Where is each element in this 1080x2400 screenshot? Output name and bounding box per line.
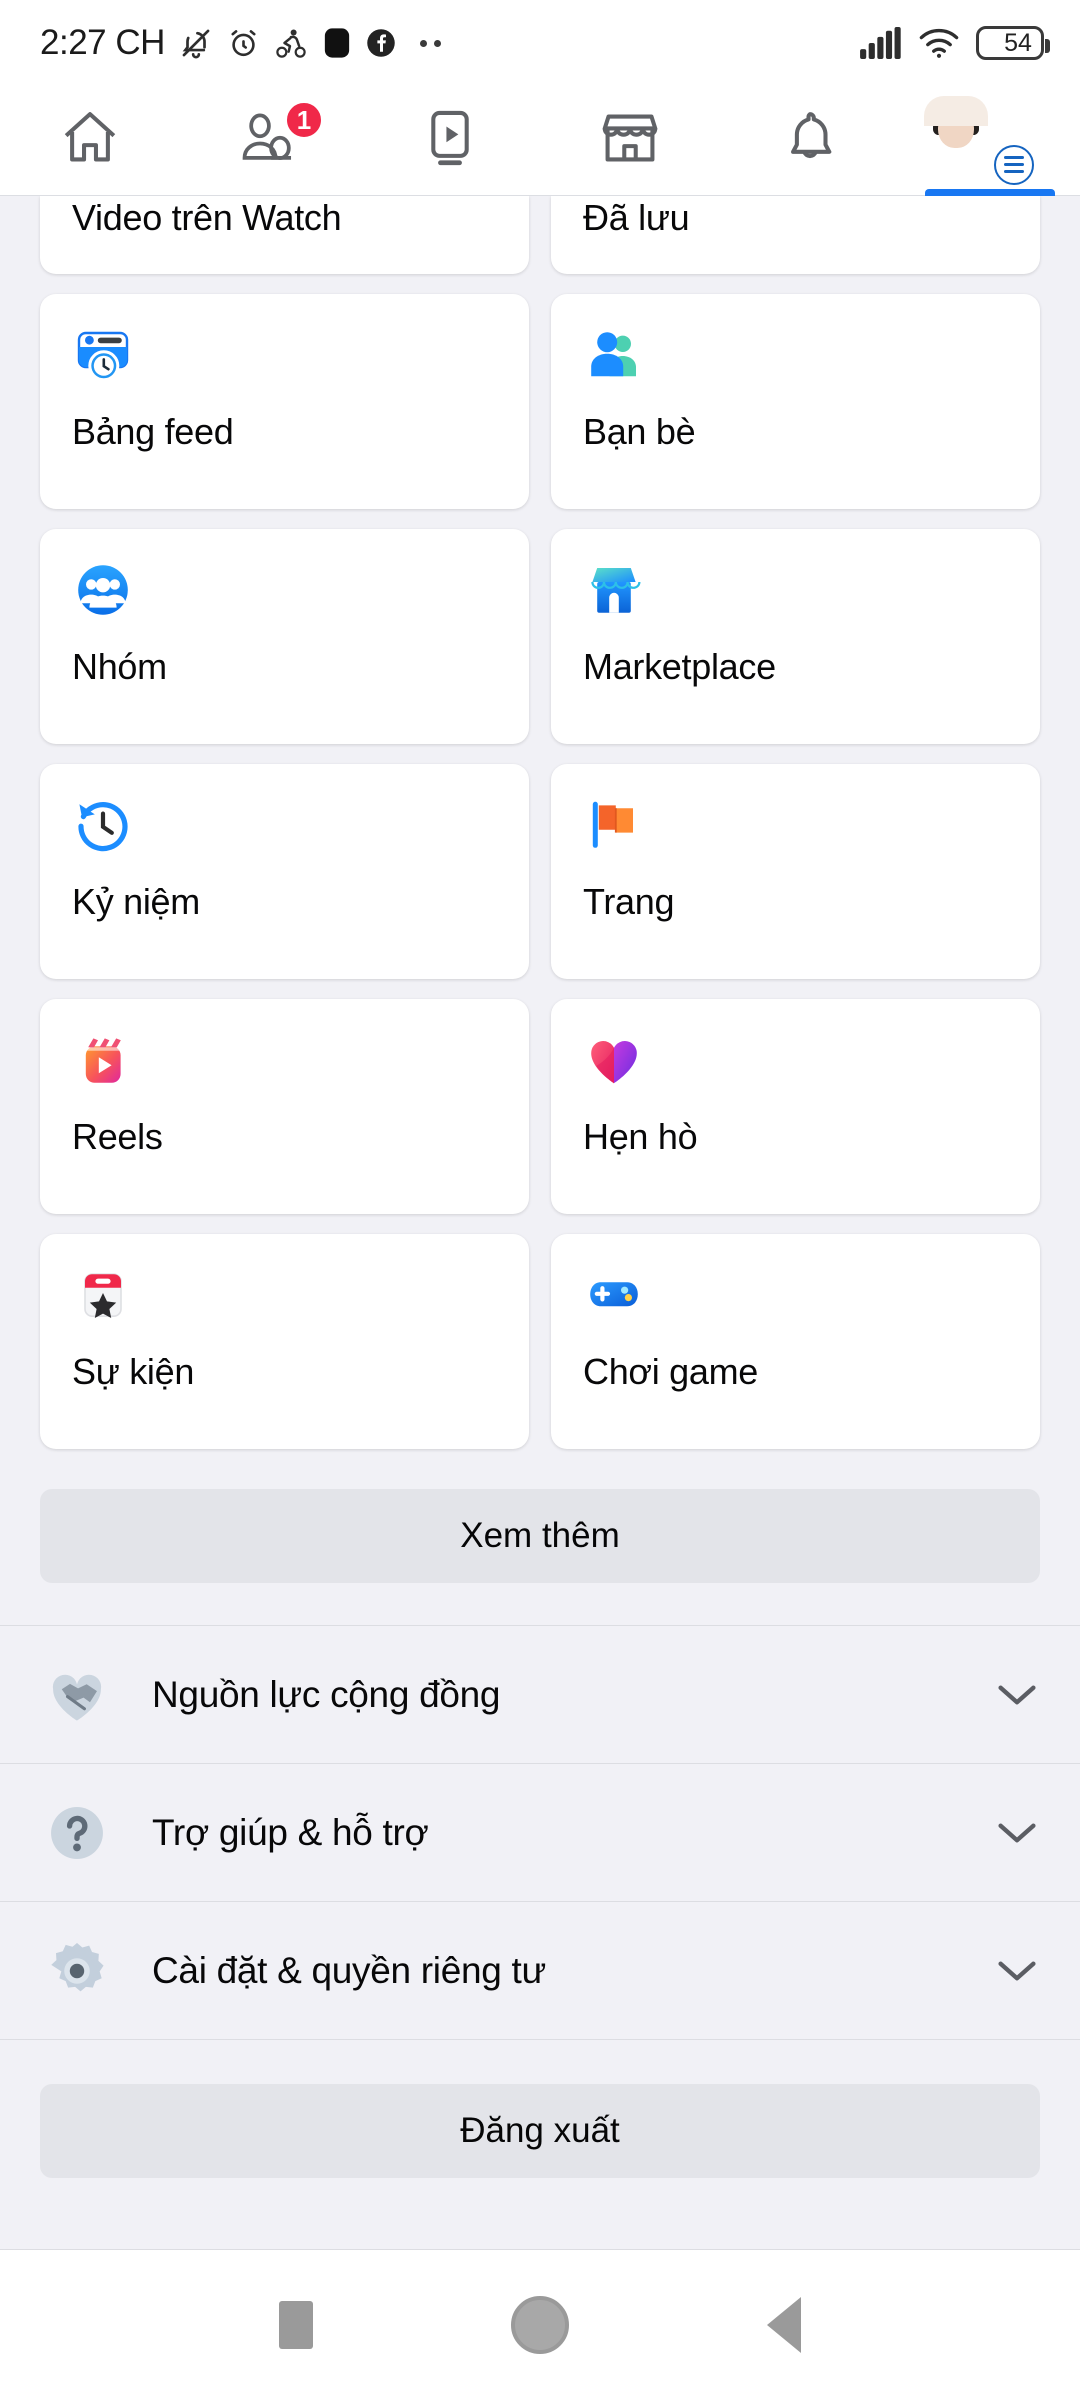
menu-card-da-luu[interactable]: Đã lưu [551, 196, 1040, 274]
bell-icon [779, 107, 841, 174]
triangle-back-icon[interactable] [767, 2297, 801, 2353]
menu-card-ky-niem[interactable]: Kỷ niệm [40, 764, 529, 979]
handshake-heart-icon [40, 1658, 114, 1732]
tab-home[interactable] [0, 86, 180, 195]
tab-marketplace[interactable] [540, 86, 720, 195]
android-navigation-bar [0, 2250, 1080, 2400]
logout-button[interactable]: Đăng xuất [40, 2084, 1040, 2178]
section-row-label: Trợ giúp & hỗ trợ [152, 1811, 429, 1853]
groups-icon [72, 559, 134, 621]
bell-mute-icon [179, 26, 213, 60]
battery-indicator: 54 [976, 26, 1050, 60]
square-app-icon [322, 26, 352, 60]
question-circle-icon [40, 1796, 114, 1870]
tab-watch[interactable] [360, 86, 540, 195]
tab-menu[interactable] [900, 86, 1080, 196]
menu-card-label: Reels [72, 1116, 163, 1157]
gear-icon [40, 1934, 114, 2008]
status-bar: 2:27 CH 54 [0, 0, 1080, 86]
pages-flag-icon [583, 794, 645, 856]
menu-card-label: Trang [583, 881, 675, 922]
see-more-wrap: Xem thêm [0, 1449, 1080, 1625]
menu-card-nhom[interactable]: Nhóm [40, 529, 529, 744]
menu-card-label: Nhóm [72, 646, 167, 687]
logout-wrap: Đăng xuất [0, 2040, 1080, 2218]
friends-badge: 1 [284, 100, 324, 140]
video-play-icon [419, 107, 481, 174]
menu-scroll-body[interactable]: Video trên Watch Đã lưu Bảng feed Bạn bè… [0, 196, 1080, 2250]
menu-card-label: Hẹn hò [583, 1116, 698, 1157]
see-more-button[interactable]: Xem thêm [40, 1489, 1040, 1583]
menu-card-choi-game[interactable]: Chơi game [551, 1234, 1040, 1449]
phone-screen: 2:27 CH 54 1 Video trên Watch Đã lưu Bản… [0, 0, 1080, 2400]
wifi-icon [918, 27, 960, 59]
more-dots-icon [419, 39, 441, 47]
menu-card-label: Sự kiện [72, 1351, 195, 1392]
chevron-down-icon[interactable] [994, 1958, 1040, 1984]
menu-card-trang[interactable]: Trang [551, 764, 1040, 979]
menu-card-label: Bảng feed [72, 411, 234, 452]
store-icon [599, 107, 661, 174]
menu-card-bang-feed[interactable]: Bảng feed [40, 294, 529, 509]
menu-card-label: Kỷ niệm [72, 881, 200, 922]
friends-people-icon [583, 324, 645, 386]
menu-card-label: Chơi game [583, 1351, 758, 1392]
chevron-down-icon[interactable] [994, 1682, 1040, 1708]
alarm-clock-icon [227, 27, 260, 60]
top-tab-bar: 1 [0, 86, 1080, 196]
menu-card-label: Marketplace [583, 646, 776, 687]
tab-friends[interactable]: 1 [180, 86, 360, 195]
battery-percent: 54 [1004, 28, 1032, 57]
gaming-controller-icon [583, 1264, 645, 1326]
marketplace-store-icon [583, 559, 645, 621]
memories-clock-icon [72, 794, 134, 856]
menu-card-ban-be[interactable]: Bạn bè [551, 294, 1040, 509]
section-row-community-resources[interactable]: Nguồn lực cộng đồng [0, 1626, 1080, 1764]
menu-card-label: Đã lưu [583, 197, 690, 238]
section-row-settings-privacy[interactable]: Cài đặt & quyền riêng tư [0, 1902, 1080, 2040]
feeds-board-icon [72, 324, 134, 386]
avatar [924, 95, 988, 148]
hamburger-badge-icon [994, 144, 1034, 185]
menu-card-reels[interactable]: Reels [40, 999, 529, 1214]
menu-card-hen-ho[interactable]: Hẹn hò [551, 999, 1040, 1214]
home-icon [59, 107, 121, 174]
menu-card-label: Video trên Watch [72, 197, 342, 238]
avatar-menu-icon [924, 95, 1034, 185]
status-bar-left: 2:27 CH [40, 23, 441, 63]
section-row-label: Cài đặt & quyền riêng tư [152, 1949, 546, 1991]
section-row-label: Nguồn lực cộng đồng [152, 1673, 501, 1715]
section-row-help-support[interactable]: Trợ giúp & hỗ trợ [0, 1764, 1080, 1902]
status-bar-right: 54 [860, 26, 1050, 60]
motorcycle-icon [274, 27, 308, 59]
facebook-icon [366, 28, 396, 58]
circle-home-icon[interactable] [511, 2296, 569, 2354]
menu-card-video-tren-watch[interactable]: Video trên Watch [40, 196, 529, 274]
menu-grid: Video trên Watch Đã lưu Bảng feed Bạn bè… [0, 196, 1080, 1449]
dating-heart-icon [583, 1029, 645, 1091]
chevron-down-icon[interactable] [994, 1820, 1040, 1846]
square-recents-icon[interactable] [279, 2301, 313, 2349]
menu-card-su-kien[interactable]: Sự kiện [40, 1234, 529, 1449]
tab-notifications[interactable] [720, 86, 900, 195]
events-calendar-icon [72, 1264, 134, 1326]
menu-card-marketplace[interactable]: Marketplace [551, 529, 1040, 744]
signal-bars-icon [860, 27, 902, 59]
reels-clapper-icon [72, 1029, 134, 1091]
clock-text: 2:27 CH [40, 23, 165, 62]
bottom-spacer [0, 2218, 1080, 2250]
menu-card-label: Bạn bè [583, 411, 696, 452]
